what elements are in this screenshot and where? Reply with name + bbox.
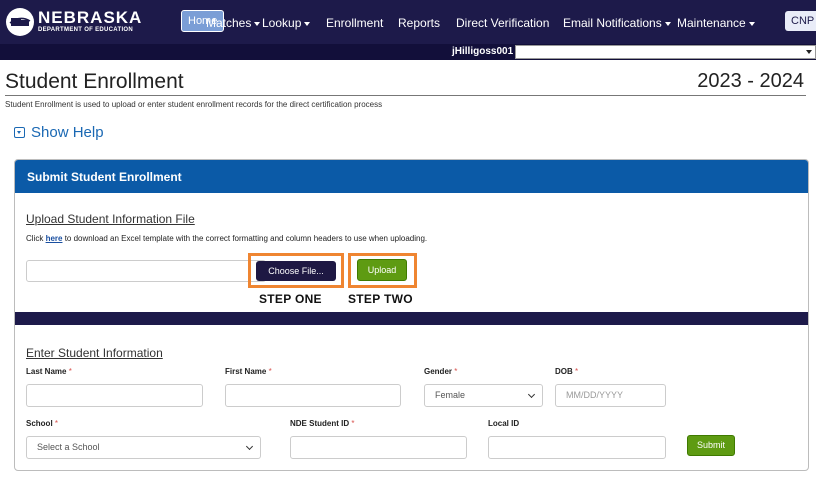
nav-email-notifications-label: Email Notifications <box>563 16 662 30</box>
instructions-after: to download an Excel template with the c… <box>62 234 428 243</box>
page-description: Student Enrollment is used to upload or … <box>5 100 383 109</box>
caret-down-icon <box>254 21 261 26</box>
nav-lookup-label: Lookup <box>262 16 302 30</box>
cnp-button[interactable]: CNP <box>785 11 816 31</box>
nde-student-id-input[interactable] <box>290 436 467 459</box>
nav-enrollment-label: Enrollment <box>326 16 384 30</box>
chevron-down-icon <box>806 50 812 54</box>
dob-label-text: DOB <box>555 367 573 376</box>
enter-section-title: Enter Student Information <box>26 346 163 360</box>
upload-button[interactable]: Upload <box>357 259 407 281</box>
template-download-link[interactable]: here <box>46 234 63 243</box>
school-label-text: School <box>26 419 53 428</box>
nav-direct-verification-label: Direct Verification <box>456 16 550 30</box>
instructions-before: Click <box>26 234 46 243</box>
panel-header: Submit Student Enrollment <box>15 160 808 193</box>
school-select[interactable]: Select a School <box>26 436 261 459</box>
nav-maintenance[interactable]: Maintenance <box>677 16 755 30</box>
gender-select[interactable]: Female <box>424 384 543 407</box>
nav-matches[interactable]: Matches <box>206 16 261 30</box>
submit-button[interactable]: Submit <box>687 435 735 456</box>
section-divider <box>15 312 808 325</box>
page-title: Student Enrollment <box>5 70 184 93</box>
required-marker: * <box>454 367 458 376</box>
nav-reports-label: Reports <box>398 16 441 30</box>
nav-email-notifications[interactable]: Email Notifications <box>563 16 671 30</box>
nav-direct-verification[interactable]: Direct Verification <box>456 16 549 30</box>
state-outline-icon <box>6 8 34 36</box>
nav-enrollment[interactable]: Enrollment <box>326 16 383 30</box>
show-help-label: Show Help <box>31 124 104 141</box>
chevron-down-icon <box>245 442 254 451</box>
brand-name: NEBRASKA <box>38 8 143 27</box>
nav-matches-label: Matches <box>206 16 252 30</box>
file-path-field[interactable] <box>26 260 266 282</box>
choose-file-button[interactable]: Choose File... <box>256 261 336 281</box>
first-name-label-text: First Name <box>225 367 267 376</box>
template-instructions: Click here to download an Excel template… <box>26 234 427 243</box>
nde-student-id-label: NDE Student ID * <box>290 419 354 428</box>
top-navbar: NEBRASKA DEPARTMENT OF EDUCATION Home Ma… <box>0 0 816 44</box>
required-marker: * <box>54 419 59 428</box>
upload-section-title: Upload Student Information File <box>26 212 195 226</box>
last-name-label-text: Last Name <box>26 367 67 376</box>
step-two-label: STEP TWO <box>348 292 413 306</box>
nav-reports[interactable]: Reports <box>398 16 440 30</box>
gender-select-value: Female <box>435 390 466 400</box>
brand-subtitle: DEPARTMENT OF EDUCATION <box>38 27 134 33</box>
school-select-value: Select a School <box>37 442 100 452</box>
dob-placeholder: MM/DD/YYYY <box>566 390 624 400</box>
caret-down-icon <box>664 21 671 26</box>
required-marker: * <box>351 419 355 428</box>
school-label: School * <box>26 419 58 428</box>
required-marker: * <box>68 367 72 376</box>
first-name-label: First Name * <box>225 367 272 376</box>
panel-title: Submit Student Enrollment <box>27 170 182 184</box>
username: jHilligoss001 - <box>452 46 520 57</box>
gender-label: Gender * <box>424 367 457 376</box>
caret-down-icon <box>304 21 311 26</box>
step-one-label: STEP ONE <box>259 292 322 306</box>
school-year: 2023 - 2024 <box>697 70 804 92</box>
local-id-label: Local ID <box>488 419 520 428</box>
expand-icon <box>14 127 25 138</box>
nav-maintenance-label: Maintenance <box>677 16 746 30</box>
user-context-select[interactable] <box>515 45 816 59</box>
nde-student-id-label-text: NDE Student ID <box>290 419 350 428</box>
dob-label: DOB * <box>555 367 578 376</box>
nebraska-logo[interactable]: NEBRASKA DEPARTMENT OF EDUCATION <box>6 5 166 39</box>
submit-enrollment-panel: Submit Student Enrollment Upload Student… <box>14 159 809 471</box>
last-name-label: Last Name * <box>26 367 72 376</box>
nav-lookup[interactable]: Lookup <box>262 16 311 30</box>
required-marker: * <box>575 367 579 376</box>
dob-input[interactable]: MM/DD/YYYY <box>555 384 666 407</box>
user-bar: jHilligoss001 - <box>0 44 816 60</box>
gender-label-text: Gender <box>424 367 453 376</box>
local-id-input[interactable] <box>488 436 666 459</box>
caret-down-icon <box>748 21 755 26</box>
first-name-input[interactable] <box>225 384 401 407</box>
required-marker: * <box>268 367 272 376</box>
chevron-down-icon <box>527 390 536 399</box>
title-divider <box>5 95 806 96</box>
last-name-input[interactable] <box>26 384 203 407</box>
